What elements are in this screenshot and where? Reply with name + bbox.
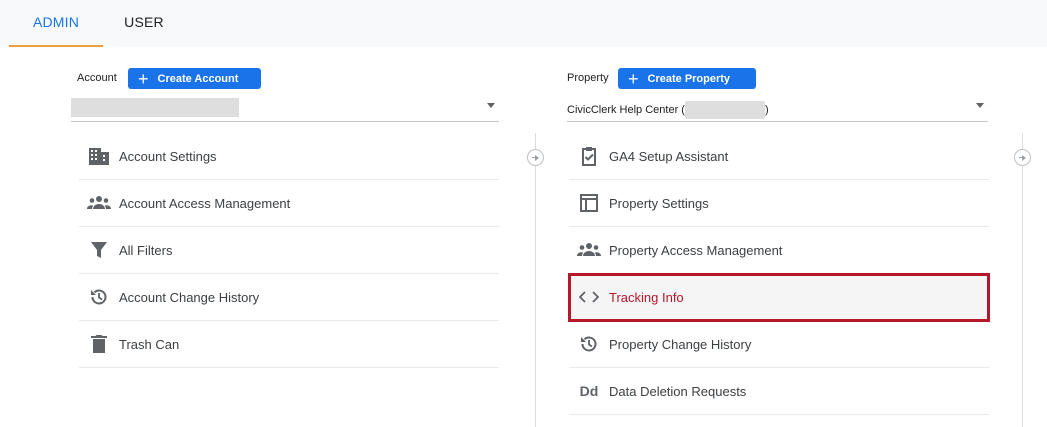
data-deletion-requests-item[interactable]: Dd Data Deletion Requests	[569, 368, 989, 415]
create-account-button[interactable]: + Create Account	[128, 68, 261, 89]
building-icon	[79, 146, 119, 166]
clipboard-check-icon	[569, 146, 609, 166]
account-label: Account	[77, 72, 117, 84]
history-icon	[569, 334, 609, 354]
all-filters-item[interactable]: All Filters	[79, 227, 499, 274]
account-settings-item[interactable]: Account Settings	[79, 133, 499, 180]
plus-icon: +	[628, 68, 639, 89]
property-change-history-item[interactable]: Property Change History	[569, 321, 989, 368]
property-settings-item[interactable]: Property Settings	[569, 180, 989, 227]
account-menu: Account Settings Account Access Manageme…	[79, 133, 499, 368]
tracking-info-label: Tracking Info	[609, 289, 684, 305]
redacted-account-name	[71, 98, 239, 117]
arrow-right-circle-icon	[1014, 149, 1031, 166]
trash-icon	[79, 334, 119, 354]
property-selector[interactable]: CivicClerk Help Center ()	[567, 96, 988, 122]
layout-icon	[569, 194, 609, 212]
trash-can-label: Trash Can	[119, 336, 180, 352]
account-change-history-label: Account Change History	[119, 289, 260, 305]
plus-icon: +	[138, 68, 149, 89]
code-icon	[569, 290, 609, 304]
trash-can-item[interactable]: Trash Can	[79, 321, 499, 368]
tab-user[interactable]: USER	[104, 0, 184, 47]
dropdown-arrow-icon	[976, 103, 984, 108]
property-access-management-item[interactable]: Property Access Management	[569, 227, 989, 274]
people-icon	[569, 242, 609, 258]
data-deletion-requests-label: Data Deletion Requests	[609, 383, 747, 399]
arrow-right-circle-icon	[527, 149, 544, 166]
create-property-button[interactable]: + Create Property	[618, 68, 756, 89]
dd-icon: Dd	[579, 383, 599, 399]
people-icon	[79, 195, 119, 211]
redacted-property-id	[684, 101, 765, 119]
account-access-management-item[interactable]: Account Access Management	[79, 180, 499, 227]
account-change-history-item[interactable]: Account Change History	[79, 274, 499, 321]
tab-admin[interactable]: ADMIN	[9, 0, 103, 47]
property-settings-label: Property Settings	[609, 195, 709, 211]
account-selector[interactable]	[71, 96, 499, 122]
create-property-label: Create Property	[647, 72, 731, 85]
ga4-setup-assistant-label: GA4 Setup Assistant	[609, 148, 729, 164]
all-filters-label: All Filters	[119, 242, 173, 258]
history-icon	[79, 287, 119, 307]
property-menu: GA4 Setup Assistant Property Settings Pr…	[568, 133, 990, 415]
create-account-label: Create Account	[157, 72, 239, 85]
column-divider	[1022, 133, 1023, 427]
property-change-history-label: Property Change History	[609, 336, 752, 352]
tracking-info-item[interactable]: Tracking Info	[568, 273, 990, 322]
ga4-setup-assistant-item[interactable]: GA4 Setup Assistant	[569, 133, 989, 180]
column-divider	[535, 133, 536, 427]
property-name: CivicClerk Help Center (	[567, 103, 685, 116]
property-name-suffix: )	[764, 103, 769, 116]
tab-bar: ADMIN USER	[0, 0, 1047, 47]
dropdown-arrow-icon	[487, 103, 495, 108]
filter-icon	[79, 241, 119, 259]
property-access-management-label: Property Access Management	[609, 242, 783, 258]
account-access-management-label: Account Access Management	[119, 195, 291, 211]
property-label: Property	[567, 72, 609, 84]
account-settings-label: Account Settings	[119, 148, 217, 164]
property-selected-value: CivicClerk Help Center ()	[567, 101, 769, 119]
